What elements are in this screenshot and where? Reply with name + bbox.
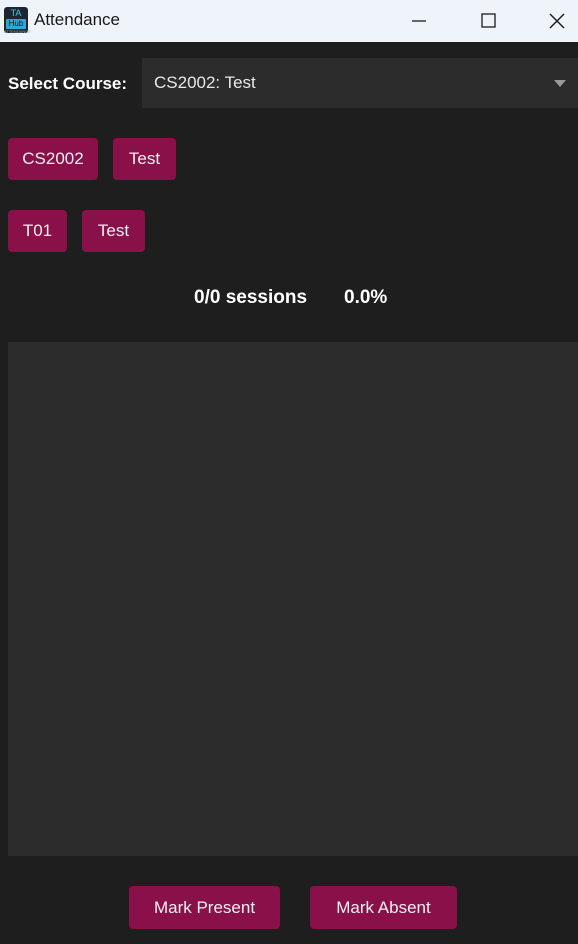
group-code-chip[interactable]: T01: [8, 210, 67, 252]
close-icon: [549, 13, 565, 29]
mark-present-button[interactable]: Mark Present: [129, 886, 280, 929]
window-title: Attendance: [34, 10, 121, 29]
app-logo-text: TA: [10, 8, 22, 18]
course-name-chip[interactable]: Test: [113, 138, 176, 180]
app-logo-caption: ATTENDANCE: [4, 29, 31, 34]
mark-absent-button[interactable]: Mark Absent: [310, 886, 457, 929]
chevron-down-icon: [554, 80, 566, 87]
maximize-button[interactable]: [464, 0, 514, 42]
title-bar: TA Hub ATTENDANCE Attendance: [0, 0, 578, 42]
group-name-chip[interactable]: Test: [82, 210, 145, 252]
app-logo-subtext: Hub: [6, 19, 26, 29]
attendance-percent: 0.0%: [344, 287, 388, 308]
course-select-value: CS2002: Test: [154, 73, 256, 92]
app-logo-icon: TA Hub ATTENDANCE: [4, 7, 31, 34]
sessions-count: 0/0 sessions: [194, 287, 308, 308]
maximize-icon: [481, 13, 496, 28]
minimize-button[interactable]: [394, 0, 444, 42]
course-select-label: Select Course:: [8, 74, 128, 93]
course-code-chip[interactable]: CS2002: [8, 138, 98, 180]
close-button[interactable]: [532, 0, 578, 42]
attendance-list[interactable]: [8, 342, 578, 856]
course-select-dropdown[interactable]: CS2002: Test: [142, 58, 578, 108]
minimize-icon: [412, 20, 426, 22]
